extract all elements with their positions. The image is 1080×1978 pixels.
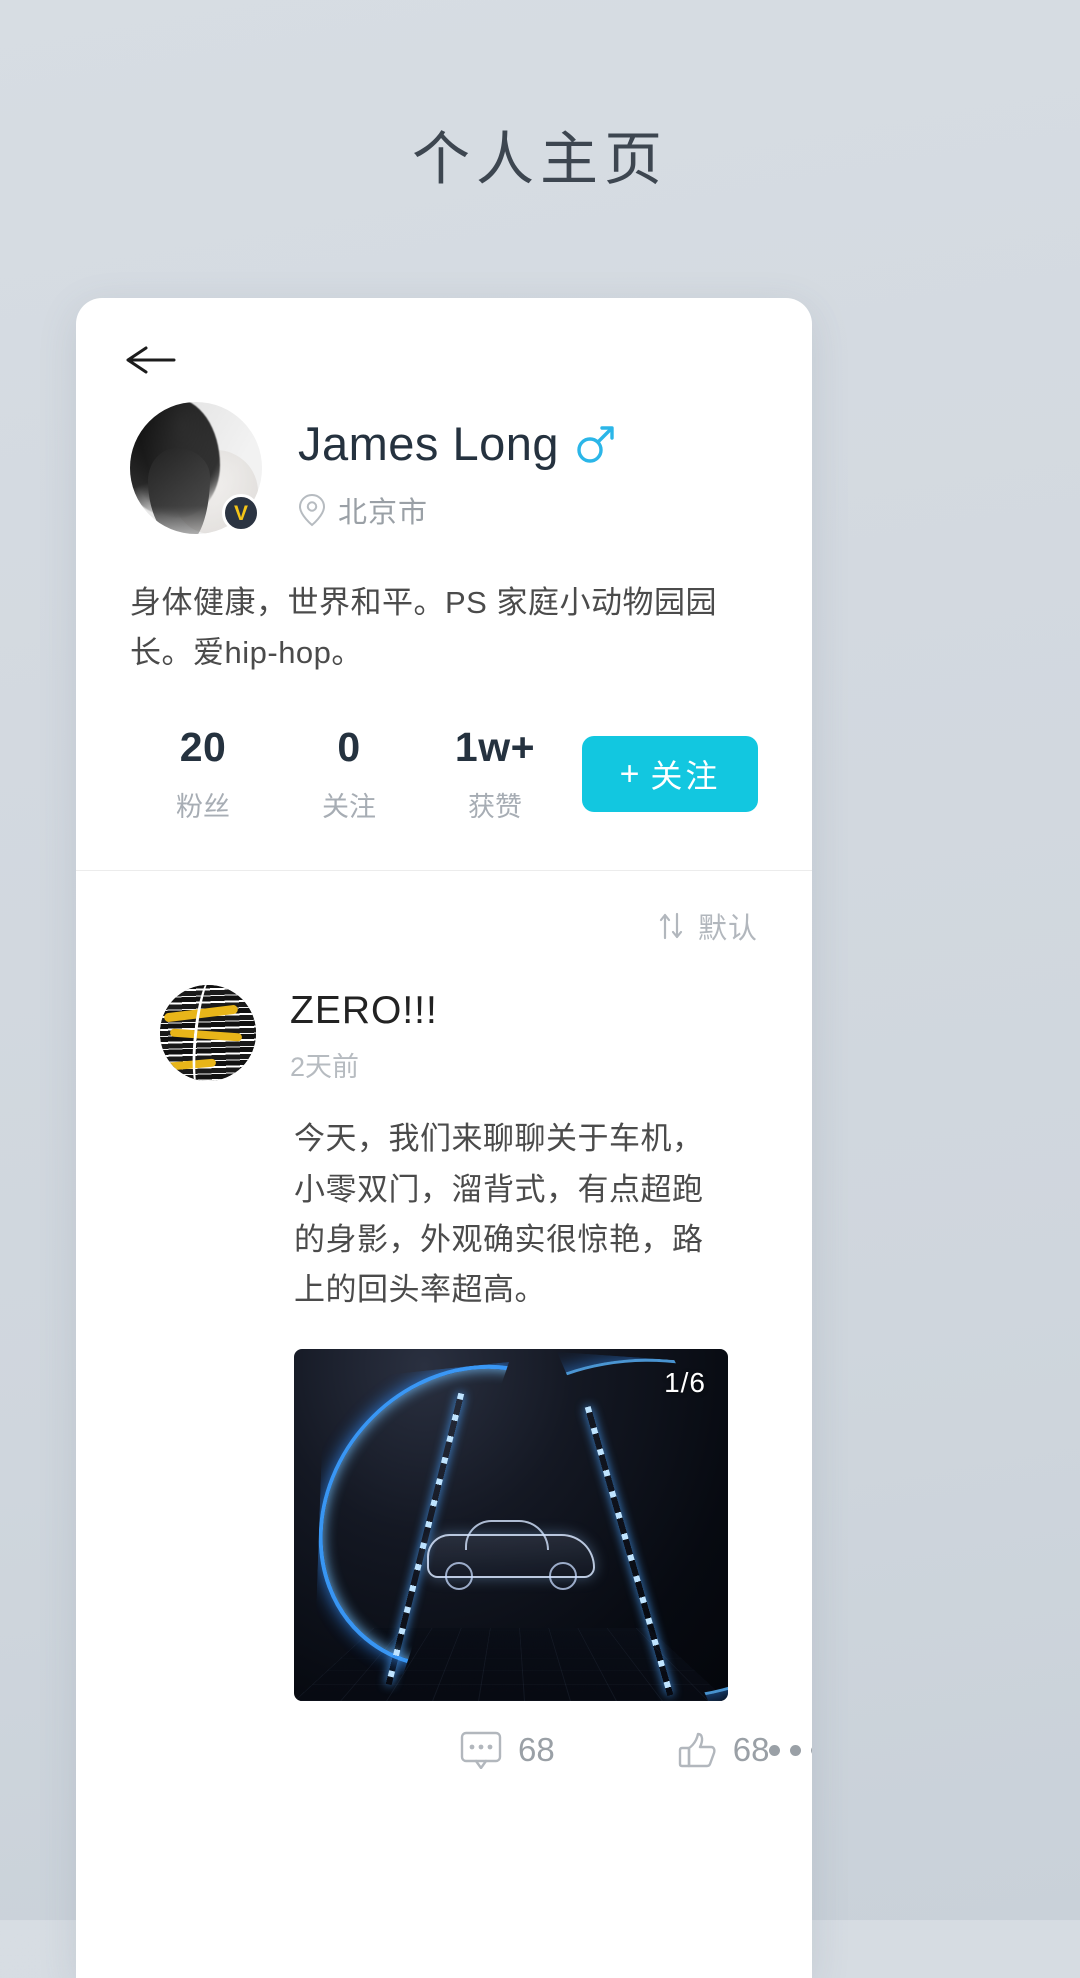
avatar[interactable]: V	[130, 402, 262, 534]
post-text: 今天，我们来聊聊关于车机，小零双门，溜背式，有点超跑的身影，外观确实很惊艳，路上…	[294, 1121, 704, 1308]
profile-card: V James Long 北京市 身体健康，世界和平。PS 家庭小动物园园长。爱…	[76, 298, 812, 1978]
sort-updown-icon	[659, 913, 683, 940]
more-options-button[interactable]	[769, 1744, 812, 1756]
comment-button[interactable]: 68	[460, 1731, 555, 1770]
comment-bubble-icon	[460, 1732, 502, 1770]
profile-stats: 20 粉丝 0 关注 1w+ 获赞 + 关注	[130, 724, 758, 824]
follow-button-label: 关注	[650, 758, 721, 795]
stat-value: 0	[337, 724, 361, 771]
location-row: 北京市	[298, 489, 615, 531]
car-illustration	[427, 1518, 595, 1596]
thumbs-up-icon	[678, 1733, 716, 1768]
like-count: 68	[732, 1731, 770, 1769]
stat-followers[interactable]: 20 粉丝	[130, 724, 276, 824]
stat-value: 1w+	[454, 724, 536, 771]
media-counter: 1/6	[664, 1367, 706, 1399]
comment-count: 68	[518, 1731, 555, 1769]
post-item: ZERO!!! 2天前 今天，我们来聊聊关于车机，小零双门，溜背式，有点超跑的身…	[76, 947, 812, 1770]
post-timestamp: 2天前	[290, 1052, 360, 1083]
post-actions: 68 68	[76, 1731, 812, 1770]
profile-bio: 身体健康，世界和平。PS 家庭小动物园园长。爱hip-hop。	[130, 585, 717, 671]
post-author-avatar[interactable]	[160, 985, 256, 1082]
post-image[interactable]: 1/6	[294, 1349, 728, 1702]
page-title: 个人主页	[411, 127, 668, 192]
stat-label: 关注	[322, 792, 376, 823]
stat-value: 20	[179, 724, 227, 771]
sort-label: 默认	[697, 913, 758, 946]
user-name: James Long	[298, 417, 560, 470]
post-author-name[interactable]: ZERO!!!	[290, 989, 438, 1033]
more-dots-icon	[769, 1744, 781, 1756]
back-button[interactable]	[76, 298, 812, 380]
profile-header: V James Long 北京市	[76, 380, 812, 534]
like-button[interactable]: 68	[677, 1731, 770, 1769]
stat-label: 获赞	[468, 792, 522, 823]
male-icon	[577, 425, 614, 463]
stat-likes[interactable]: 1w+ 获赞	[422, 724, 568, 824]
post-header: ZERO!!! 2天前	[76, 985, 812, 1084]
follow-button[interactable]: + 关注	[582, 736, 758, 813]
more-dots-icon	[790, 1744, 802, 1756]
stat-label: 粉丝	[176, 792, 230, 823]
more-dots-icon	[811, 1744, 812, 1756]
verified-badge: V	[222, 494, 260, 532]
sort-control[interactable]: 默认	[76, 871, 812, 947]
arrow-left-icon	[126, 346, 176, 374]
location-pin-icon	[298, 493, 326, 527]
location-text: 北京市	[338, 497, 429, 529]
identity-block: James Long 北京市	[262, 402, 615, 531]
plus-icon: +	[619, 754, 643, 793]
stat-following[interactable]: 0 关注	[276, 724, 422, 824]
